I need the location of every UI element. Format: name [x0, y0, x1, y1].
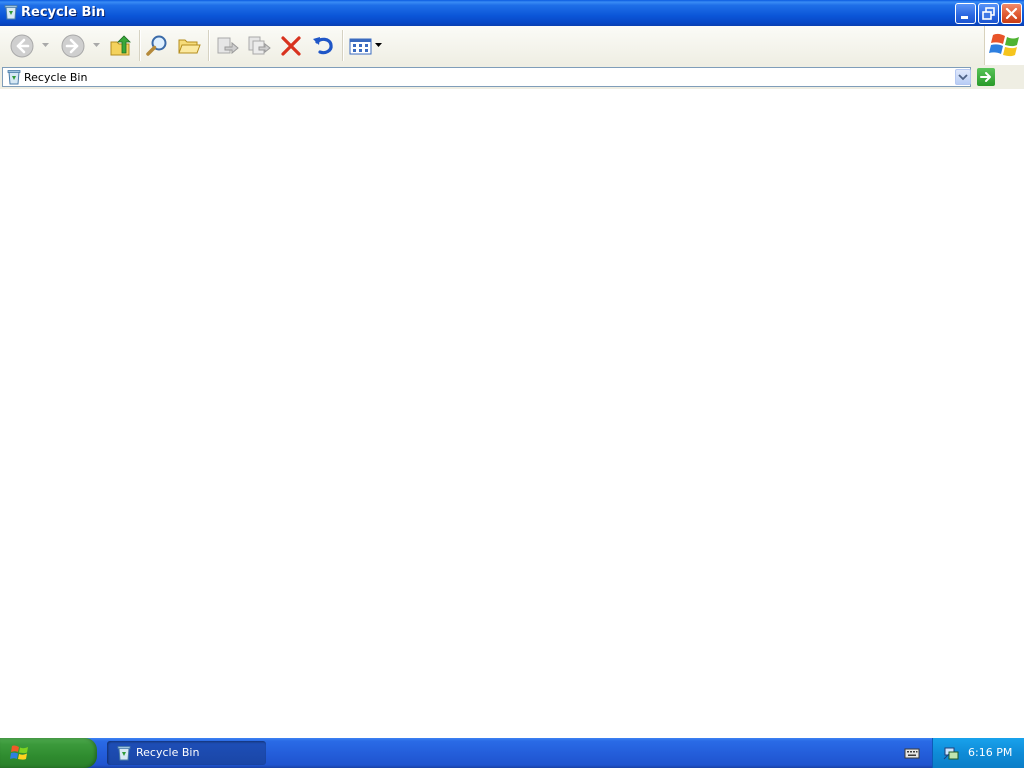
minimize-button[interactable]: [955, 3, 976, 24]
search-icon: [146, 35, 167, 56]
forward-arrow-icon: [61, 34, 85, 58]
window-title: Recycle Bin: [21, 5, 106, 20]
back-button[interactable]: [9, 33, 35, 59]
close-button[interactable]: [1001, 3, 1022, 24]
recycle-bin-icon: [3, 4, 19, 20]
search-button[interactable]: [144, 33, 170, 59]
undo-button[interactable]: [310, 33, 336, 59]
undo-icon: [313, 37, 333, 55]
title-bar[interactable]: Recycle Bin: [0, 0, 1024, 26]
restore-button[interactable]: [978, 3, 999, 24]
address-bar: Recycle Bin: [0, 65, 1024, 89]
delete-x-icon: [281, 36, 301, 56]
copy-to-button[interactable]: [246, 33, 272, 59]
taskbar: Recycle Bin 6:16 PM: [0, 738, 1024, 768]
views-icon: [349, 38, 372, 55]
go-button[interactable]: [977, 68, 995, 86]
move-to-button[interactable]: [214, 33, 240, 59]
delete-button[interactable]: [278, 33, 304, 59]
forward-button[interactable]: [60, 33, 86, 59]
address-field[interactable]: Recycle Bin: [2, 67, 971, 87]
taskbar-item-recycle-bin[interactable]: Recycle Bin: [107, 741, 266, 765]
move-to-icon: [217, 37, 239, 55]
toolbar-separator: [208, 30, 210, 61]
explorer-window: Recycle Bin Recycle Bin: [0, 0, 1024, 738]
windows-logo-icon: [989, 33, 1019, 57]
folders-button[interactable]: [176, 33, 202, 59]
system-tray: 6:16 PM: [932, 738, 1024, 768]
file-list-area[interactable]: [0, 89, 1024, 738]
folder-up-icon: [110, 35, 131, 56]
recycle-bin-icon: [6, 69, 22, 85]
views-dropdown-icon[interactable]: [375, 43, 382, 47]
taskbar-item-label: Recycle Bin: [136, 746, 200, 759]
copy-to-icon: [248, 36, 271, 55]
back-dropdown-icon[interactable]: [42, 43, 49, 47]
forward-dropdown-icon[interactable]: [93, 43, 100, 47]
clock: 6:16 PM: [968, 746, 1013, 759]
up-button[interactable]: [108, 33, 134, 59]
back-arrow-icon: [10, 34, 34, 58]
views-button[interactable]: [348, 33, 374, 59]
chevron-down-icon: [958, 74, 968, 81]
standard-toolbar: [0, 26, 1024, 66]
keyboard-icon[interactable]: [904, 746, 920, 760]
windows-start-icon: [10, 745, 28, 760]
toolbar-separator: [139, 30, 141, 61]
network-icon[interactable]: [943, 745, 959, 761]
address-value: Recycle Bin: [24, 71, 88, 84]
start-button[interactable]: [0, 738, 97, 768]
go-arrow-icon: [980, 72, 991, 82]
folders-icon: [178, 39, 201, 54]
recycle-bin-icon: [116, 745, 132, 761]
toolbar-separator: [342, 30, 344, 61]
windows-logo-area: [984, 26, 1024, 65]
address-dropdown-button[interactable]: [955, 69, 971, 85]
